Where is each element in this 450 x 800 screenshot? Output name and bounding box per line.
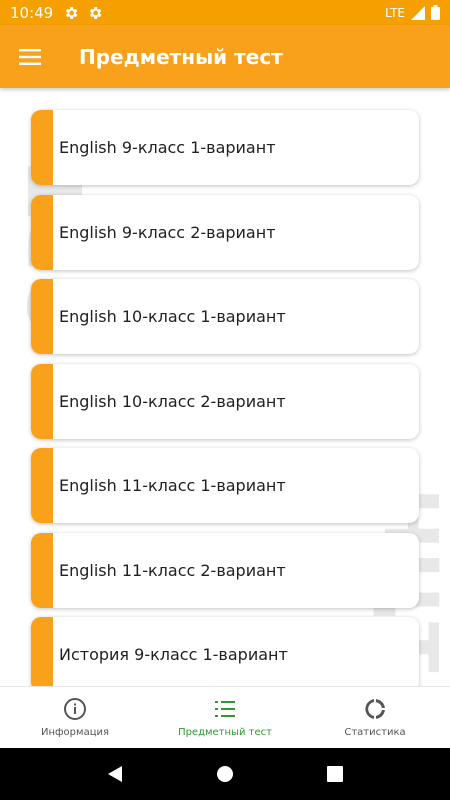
signal-icon bbox=[411, 5, 425, 20]
test-item[interactable]: English 10-класс 1-вариант bbox=[31, 279, 419, 354]
back-button[interactable] bbox=[95, 754, 135, 794]
card-accent bbox=[31, 617, 53, 686]
info-icon bbox=[64, 698, 86, 720]
nav-item-statistics[interactable]: Статистика bbox=[300, 687, 450, 748]
test-item-label: English 11-класс 1-вариант bbox=[59, 476, 286, 495]
test-item[interactable]: История 9-класс 1-вариант bbox=[31, 617, 419, 686]
test-item[interactable]: English 9-класс 2-вариант bbox=[31, 195, 419, 270]
status-bar: 10:49 LTE bbox=[0, 0, 450, 25]
home-circle-icon bbox=[217, 766, 233, 782]
nav-label-subject-test: Предметный тест bbox=[178, 727, 272, 738]
list-icon bbox=[215, 701, 235, 717]
card-accent bbox=[31, 533, 53, 608]
stats-icon bbox=[365, 699, 385, 719]
nav-item-subject-test[interactable]: Предметный тест bbox=[150, 687, 300, 748]
test-item-label: English 9-класс 1-вариант bbox=[59, 138, 276, 157]
test-item[interactable]: English 10-класс 2-вариант bbox=[31, 364, 419, 439]
test-item[interactable]: English 11-класс 1-вариант bbox=[31, 448, 419, 523]
nav-item-info[interactable]: Информация bbox=[0, 687, 150, 748]
card-accent bbox=[31, 195, 53, 270]
test-item-label: English 10-класс 2-вариант bbox=[59, 392, 286, 411]
test-item-label: English 9-класс 2-вариант bbox=[59, 223, 276, 242]
test-item-label: История 9-класс 1-вариант bbox=[59, 645, 288, 664]
card-accent bbox=[31, 364, 53, 439]
battery-icon bbox=[431, 5, 440, 20]
page-title: Предметный тест bbox=[79, 44, 283, 69]
network-type: LTE bbox=[385, 5, 405, 20]
hamburger-menu-icon[interactable] bbox=[0, 25, 60, 88]
settings-gear-icon bbox=[66, 6, 78, 19]
recents-button[interactable] bbox=[315, 754, 355, 794]
status-time: 10:49 bbox=[10, 3, 54, 22]
home-button[interactable] bbox=[205, 754, 245, 794]
bottom-navigation: Информация Предметный тест Статистика bbox=[0, 686, 450, 748]
test-item[interactable]: English 11-класс 2-вариант bbox=[31, 533, 419, 608]
recents-square-icon bbox=[327, 766, 343, 782]
card-accent bbox=[31, 448, 53, 523]
test-item-label: English 11-класс 2-вариант bbox=[59, 561, 286, 580]
card-accent bbox=[31, 279, 53, 354]
system-navigation-bar bbox=[0, 748, 450, 800]
back-triangle-icon bbox=[108, 766, 122, 782]
test-list[interactable]: ОРТ НЦТ English 9-класс 1-вариант Englis… bbox=[0, 88, 450, 686]
app-bar: Предметный тест bbox=[0, 25, 450, 88]
card-accent bbox=[31, 110, 53, 185]
test-item-label: English 10-класс 1-вариант bbox=[59, 307, 286, 326]
nav-label-statistics: Статистика bbox=[344, 727, 406, 738]
nav-label-info: Информация bbox=[40, 727, 110, 738]
test-item[interactable]: English 9-класс 1-вариант bbox=[31, 110, 419, 185]
settings-gear-icon-2 bbox=[90, 6, 102, 19]
